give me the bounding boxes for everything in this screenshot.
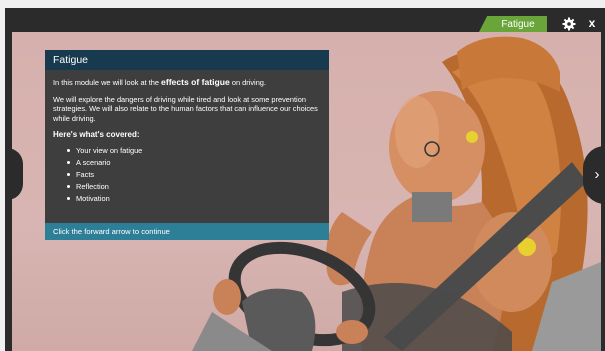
continue-hint: Click the forward arrow to continue: [45, 223, 329, 240]
description-text: We will explore the dangers of driving w…: [53, 94, 318, 123]
covered-list: Your view on fatigue A scenario Facts Re…: [53, 146, 321, 204]
list-item: Your view on fatigue: [67, 146, 321, 156]
list-item: Facts: [67, 170, 321, 180]
top-bar: Fatigue x: [5, 8, 605, 32]
tab-fatigue[interactable]: Fatigue: [479, 16, 547, 32]
list-item: Motivation: [67, 194, 321, 204]
intro-text: In this module we will look at the effec…: [53, 77, 266, 87]
chevron-right-icon: ›: [594, 166, 600, 183]
close-icon[interactable]: x: [585, 15, 599, 31]
info-panel: Fatigue In this module we will look at t…: [45, 50, 329, 240]
panel-title: Fatigue: [45, 50, 329, 70]
covered-heading: Here's what's covered:: [53, 130, 140, 140]
prev-arrow[interactable]: [7, 148, 23, 200]
panel-body: In this module we will look at the effec…: [45, 70, 329, 204]
gear-icon[interactable]: [561, 16, 577, 32]
list-item: Reflection: [67, 182, 321, 192]
list-item: A scenario: [67, 158, 321, 168]
course-player: Fatigue x › Fatigue In this module we wi…: [5, 8, 605, 351]
